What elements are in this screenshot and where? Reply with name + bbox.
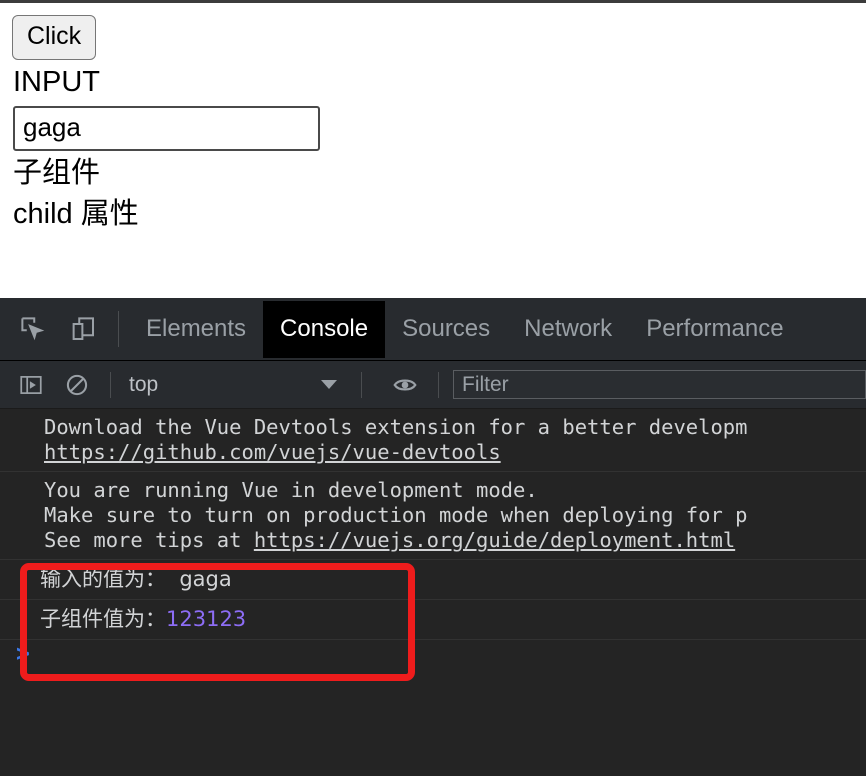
console-message-log: 子组件值为：123123	[0, 600, 866, 640]
console-message-line: You are running Vue in development mode.	[44, 478, 538, 502]
console-message-log: 输入的值为： gaga	[0, 560, 866, 600]
child-component-heading: 子组件	[13, 157, 101, 190]
text-input[interactable]	[13, 106, 320, 152]
console-message-line: Make sure to turn on production mode whe…	[44, 503, 748, 527]
tab-network[interactable]: Network	[507, 301, 629, 358]
clear-console-icon[interactable]	[62, 370, 92, 400]
console-output[interactable]: Download the Vue Devtools extension for …	[0, 409, 866, 776]
child-property-text: child 属性	[13, 198, 139, 231]
console-log-value: gaga	[166, 567, 232, 591]
filter-input[interactable]	[453, 370, 866, 399]
toolbar-divider	[110, 371, 111, 398]
console-message-warning: You are running Vue in development mode.…	[0, 472, 866, 560]
toolbar-divider	[361, 371, 362, 398]
console-sidebar-icon[interactable]	[16, 370, 46, 400]
console-log-label: 子组件值为：	[40, 607, 166, 631]
prompt-caret-icon: >	[16, 641, 30, 667]
live-expression-icon[interactable]	[390, 370, 420, 400]
toolbar-divider	[118, 311, 119, 347]
tab-sources[interactable]: Sources	[385, 301, 507, 358]
click-button[interactable]: Click	[12, 15, 97, 60]
devtools-tabbar: Elements Console Sources Network Perform…	[0, 298, 866, 361]
console-message-link[interactable]: https://github.com/vuejs/vue-devtools	[44, 440, 866, 465]
console-message-line: Download the Vue Devtools extension for …	[44, 415, 748, 439]
console-prompt[interactable]: >	[0, 640, 866, 676]
console-log-value: 123123	[166, 607, 247, 631]
chevron-down-icon	[321, 380, 337, 389]
tab-elements[interactable]: Elements	[129, 301, 263, 358]
console-message-line: See more tips at https://vuejs.org/guide…	[44, 528, 866, 553]
execution-context-label: top	[129, 372, 159, 396]
tab-console[interactable]: Console	[263, 300, 386, 358]
devtools-panel: Elements Console Sources Network Perform…	[0, 298, 866, 776]
inspect-element-icon[interactable]	[16, 312, 50, 346]
input-heading: INPUT	[13, 66, 100, 98]
console-log-label: 输入的值为：	[40, 567, 166, 591]
device-toolbar-icon[interactable]	[66, 312, 100, 346]
console-message-text: See more tips at	[44, 528, 254, 552]
execution-context-select[interactable]: top	[123, 373, 343, 397]
rendered-web-page: Click INPUT 子组件 child 属性	[0, 3, 866, 298]
console-toolbar: top	[0, 361, 866, 409]
toolbar-divider	[438, 371, 439, 398]
tab-performance[interactable]: Performance	[629, 301, 800, 358]
console-message-link[interactable]: https://vuejs.org/guide/deployment.html	[254, 528, 735, 552]
console-message-info: Download the Vue Devtools extension for …	[0, 409, 866, 472]
